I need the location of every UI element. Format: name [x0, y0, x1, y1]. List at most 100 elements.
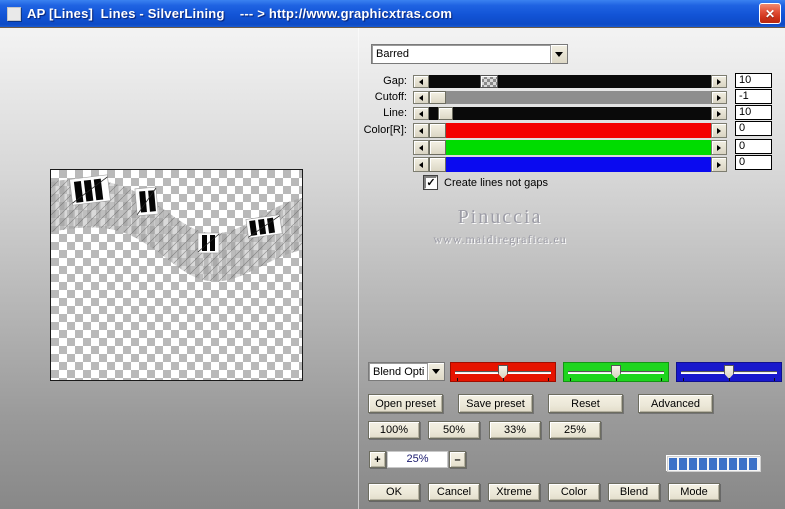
color-blue-value: 0	[735, 155, 772, 170]
tick-mark	[616, 378, 617, 381]
gap-arrow-left-icon[interactable]	[413, 75, 429, 88]
color-blue-thumb[interactable]	[429, 157, 446, 172]
blend-red-thumb[interactable]	[498, 365, 508, 379]
color-green-arrow-right-icon[interactable]	[711, 140, 727, 155]
blend-options-dropdown[interactable]: Blend Opti	[368, 362, 445, 381]
color-green-thumb[interactable]	[429, 140, 446, 155]
gap-slider	[413, 75, 727, 88]
line-slider	[413, 107, 727, 120]
tick-mark	[503, 378, 504, 381]
chevron-down-icon	[432, 369, 440, 374]
blend-green-slider[interactable]	[563, 362, 669, 382]
progress-segment	[689, 458, 697, 470]
color-green-arrow-left-icon[interactable]	[413, 140, 429, 155]
color-r-label: Color[R]:	[363, 124, 407, 136]
color-blue-arrow-right-icon[interactable]	[711, 157, 727, 172]
ok-button[interactable]: OK	[368, 483, 420, 501]
mode-button[interactable]: Mode	[668, 483, 720, 501]
color-blue-slider	[413, 157, 727, 172]
progress-bar	[667, 456, 761, 472]
save-preset-button[interactable]: Save preset	[458, 394, 533, 413]
color-blue-track[interactable]	[429, 157, 711, 172]
xtreme-button[interactable]: Xtreme	[488, 483, 540, 501]
color-red-value: 0	[735, 121, 772, 136]
cancel-button[interactable]: Cancel	[428, 483, 480, 501]
tick-mark	[661, 378, 662, 381]
check-icon: ✓	[426, 176, 436, 189]
cutoff-value: -1	[735, 89, 772, 104]
tick-mark	[457, 378, 458, 381]
zoom-25-button[interactable]: 25%	[549, 421, 601, 439]
preview-area[interactable]	[50, 169, 303, 381]
color-green-slider	[413, 140, 727, 155]
create-lines-checkbox[interactable]: ✓	[424, 176, 437, 189]
cutoff-arrow-left-icon[interactable]	[413, 91, 429, 104]
reset-button[interactable]: Reset	[548, 394, 623, 413]
gap-label: Gap:	[383, 75, 407, 87]
gap-thumb[interactable]	[480, 75, 498, 88]
color-blue-arrow-left-icon[interactable]	[413, 157, 429, 172]
preview-image	[51, 174, 302, 282]
advanced-button[interactable]: Advanced	[638, 394, 713, 413]
blend-options-button[interactable]	[427, 363, 444, 380]
color-red-track[interactable]	[429, 123, 711, 138]
window-title: AP [Lines] Lines - SilverLining --- > ht…	[27, 6, 453, 21]
color-button[interactable]: Color	[548, 483, 600, 501]
plugin-dialog: AP [Lines] Lines - SilverLining --- > ht…	[0, 0, 785, 509]
line-value: 10	[735, 105, 772, 120]
blend-options-value: Blend Opti	[373, 365, 425, 378]
blend-blue-thumb[interactable]	[724, 365, 734, 379]
create-lines-label: Create lines not gaps	[444, 177, 548, 189]
blend-button[interactable]: Blend	[608, 483, 660, 501]
preset-dropdown-value: Barred	[376, 48, 410, 60]
preset-dropdown-button[interactable]	[550, 45, 567, 63]
tick-mark	[683, 378, 684, 381]
color-red-slider	[413, 123, 727, 138]
gap-value: 10	[735, 73, 772, 88]
line-thumb[interactable]	[438, 107, 453, 120]
tick-mark	[774, 378, 775, 381]
title-bar: AP [Lines] Lines - SilverLining --- > ht…	[0, 0, 785, 27]
zoom-in-button[interactable]: +	[369, 451, 386, 468]
color-red-arrow-right-icon[interactable]	[711, 123, 727, 138]
cutoff-label: Cutoff:	[374, 91, 407, 103]
progress-segment	[699, 458, 707, 470]
cutoff-arrow-right-icon[interactable]	[711, 91, 727, 104]
cutoff-slider	[413, 91, 727, 104]
gap-track[interactable]	[429, 75, 711, 88]
line-label: Line:	[383, 107, 407, 119]
progress-segment	[749, 458, 757, 470]
gap-arrow-right-icon[interactable]	[711, 75, 727, 88]
line-track[interactable]	[429, 107, 711, 120]
zoom-50-button[interactable]: 50%	[428, 421, 480, 439]
progress-segment	[729, 458, 737, 470]
color-red-thumb[interactable]	[429, 123, 446, 138]
blend-blue-slider[interactable]	[676, 362, 782, 382]
close-button[interactable]: ✕	[759, 3, 781, 24]
progress-segment	[739, 458, 747, 470]
line-arrow-right-icon[interactable]	[711, 107, 727, 120]
blend-green-thumb[interactable]	[611, 365, 621, 379]
titlebar-divider	[0, 27, 785, 28]
open-preset-button[interactable]: Open preset	[368, 394, 443, 413]
zoom-33-button[interactable]: 33%	[489, 421, 541, 439]
preset-dropdown[interactable]: Barred	[371, 44, 568, 64]
progress-segment	[709, 458, 717, 470]
color-green-value: 0	[735, 139, 772, 154]
zoom-out-button[interactable]: –	[449, 451, 466, 468]
line-arrow-left-icon[interactable]	[413, 107, 429, 120]
progress-segment	[669, 458, 677, 470]
watermark-site: www.maidiregrafica.eu	[433, 232, 567, 246]
tick-mark	[548, 378, 549, 381]
watermark-name: Pinuccia	[457, 206, 543, 228]
cutoff-track[interactable]	[429, 91, 711, 104]
watermark: Pinuccia www.maidiregrafica.eu	[420, 206, 580, 247]
cutoff-thumb[interactable]	[429, 91, 446, 104]
color-red-arrow-left-icon[interactable]	[413, 123, 429, 138]
color-green-track[interactable]	[429, 140, 711, 155]
blend-red-slider[interactable]	[450, 362, 556, 382]
tick-mark	[729, 378, 730, 381]
zoom-100-button[interactable]: 100%	[368, 421, 420, 439]
progress-segment	[679, 458, 687, 470]
close-icon: ✕	[764, 6, 776, 21]
